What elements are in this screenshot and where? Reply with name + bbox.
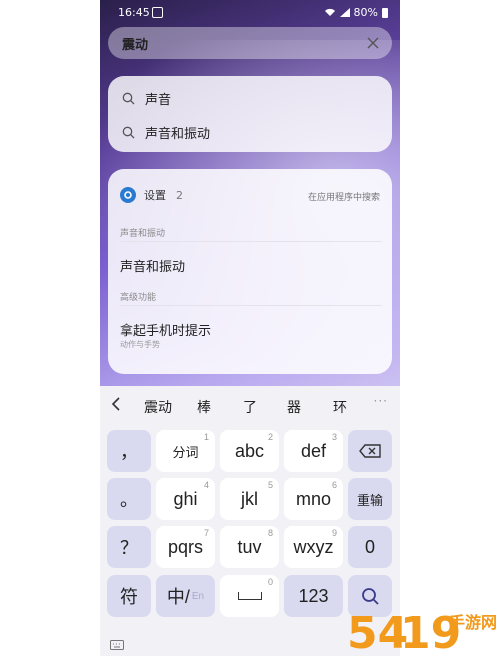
key-label: 中/: [166, 587, 190, 607]
key-label: pqrs: [167, 536, 203, 557]
key-pqrs[interactable]: pqrs 7: [156, 526, 215, 568]
search-field[interactable]: 震动: [108, 27, 392, 59]
key-label: abc: [234, 440, 265, 461]
status-time: 16:45: [118, 6, 150, 19]
key-label: tuv: [237, 536, 262, 557]
signal-icon: [339, 8, 350, 17]
key-label: ，: [120, 442, 138, 462]
search-in-apps-link[interactable]: 在应用程序中搜索: [308, 190, 380, 203]
results-count: 2: [176, 188, 183, 202]
key-label: wxyz: [293, 536, 334, 557]
space-icon: [237, 592, 262, 600]
suggestion-item[interactable]: 声音和振动: [122, 122, 210, 142]
key-zero[interactable]: 0: [348, 526, 392, 568]
key-label: 。: [120, 490, 138, 510]
key-number: 5: [267, 480, 273, 490]
key-space[interactable]: 0: [220, 575, 279, 617]
key-number: 7: [203, 528, 209, 538]
wifi-icon: [324, 8, 335, 16]
svg-text:手游网: 手游网: [449, 613, 497, 632]
key-number: 0: [267, 577, 273, 587]
key-backspace[interactable]: [348, 430, 392, 472]
key-comma[interactable]: ，: [107, 430, 151, 472]
chevron-left-icon[interactable]: [110, 396, 122, 412]
key-number: 2: [267, 432, 273, 442]
candidate-word[interactable]: 环: [333, 397, 347, 417]
key-label: 重输: [356, 492, 383, 508]
candidate-word[interactable]: 了: [243, 397, 257, 417]
settings-gear-icon: [120, 187, 136, 203]
key-mno[interactable]: mno 6: [284, 478, 343, 520]
suggestion-label: 声音: [145, 92, 172, 108]
key-jkl[interactable]: jkl 5: [220, 478, 279, 520]
keyboard-switch-icon[interactable]: [110, 640, 124, 650]
close-icon[interactable]: [366, 36, 380, 50]
candidate-word[interactable]: 震动: [144, 397, 172, 417]
key-label: 符: [120, 587, 138, 607]
suggestion-item[interactable]: 声音: [122, 88, 171, 108]
key-segment[interactable]: 分词 1: [156, 430, 215, 472]
key-label: ？: [120, 538, 138, 558]
site-watermark-logo: 54 19 手游网: [347, 608, 497, 656]
results-app-name: 设置: [144, 189, 166, 202]
key-label: 123: [298, 585, 329, 606]
key-sub-label: En: [191, 590, 205, 602]
key-number: 8: [267, 528, 273, 538]
notification-icon: [152, 7, 163, 18]
result-item-subtitle: 动作与手势: [120, 340, 160, 349]
key-label: 分词: [172, 444, 199, 460]
backspace-icon: [359, 444, 381, 458]
result-item-title[interactable]: 拿起手机时提示: [120, 320, 211, 339]
key-wxyz[interactable]: wxyz 9: [284, 526, 343, 568]
key-abc[interactable]: abc 2: [220, 430, 279, 472]
results-header: 设置 2: [120, 187, 183, 203]
result-item-title[interactable]: 声音和振动: [120, 256, 185, 275]
key-number: 3: [331, 432, 337, 442]
suggestion-label: 声音和振动: [145, 126, 211, 142]
key-numbers[interactable]: 123: [284, 575, 343, 617]
key-number: 1: [203, 432, 209, 442]
key-label: 0: [364, 536, 375, 557]
key-symbols[interactable]: 符: [107, 575, 151, 617]
key-label: def: [300, 440, 327, 461]
key-tuv[interactable]: tuv 8: [220, 526, 279, 568]
key-number: 6: [331, 480, 337, 490]
settings-results-card: 设置 2 在应用程序中搜索 声音和振动 声音和振动 高级功能 拿起手机时提示 动…: [108, 169, 392, 374]
key-number: 9: [331, 528, 337, 538]
section-label: 声音和振动: [120, 229, 166, 239]
key-retype[interactable]: 重输: [348, 478, 392, 520]
battery-icon: [382, 7, 388, 18]
key-ghi[interactable]: ghi 4: [156, 478, 215, 520]
section-divider: [120, 305, 382, 306]
candidate-word[interactable]: 器: [287, 397, 301, 417]
more-candidates-button[interactable]: ···: [374, 394, 388, 408]
search-icon: [122, 92, 135, 104]
key-number: 4: [203, 480, 209, 490]
key-def[interactable]: def 3: [284, 430, 343, 472]
phone-screen: 16:45 80% 震动 声音 声音和振动 设置 2 在应用程序中搜索 声音和振…: [100, 0, 400, 656]
key-period[interactable]: 。: [107, 478, 151, 520]
key-label: mno: [295, 488, 331, 509]
key-question[interactable]: ？: [107, 526, 151, 568]
candidate-bar: 震动 棒 了 器 环 ···: [100, 386, 400, 424]
status-bar: 16:45 80%: [100, 0, 400, 24]
candidate-word[interactable]: 棒: [197, 397, 211, 417]
key-label: ghi: [173, 488, 198, 509]
key-lang-switch[interactable]: 中/En: [156, 575, 215, 617]
key-label: jkl: [241, 488, 258, 509]
search-icon: [122, 126, 135, 138]
suggestion-card: 声音 声音和振动: [108, 76, 392, 152]
section-divider: [120, 241, 382, 242]
status-right: 80%: [324, 6, 388, 19]
search-query-text: 震动: [122, 37, 149, 53]
battery-text: 80%: [353, 6, 378, 19]
section-label: 高级功能: [120, 293, 157, 303]
